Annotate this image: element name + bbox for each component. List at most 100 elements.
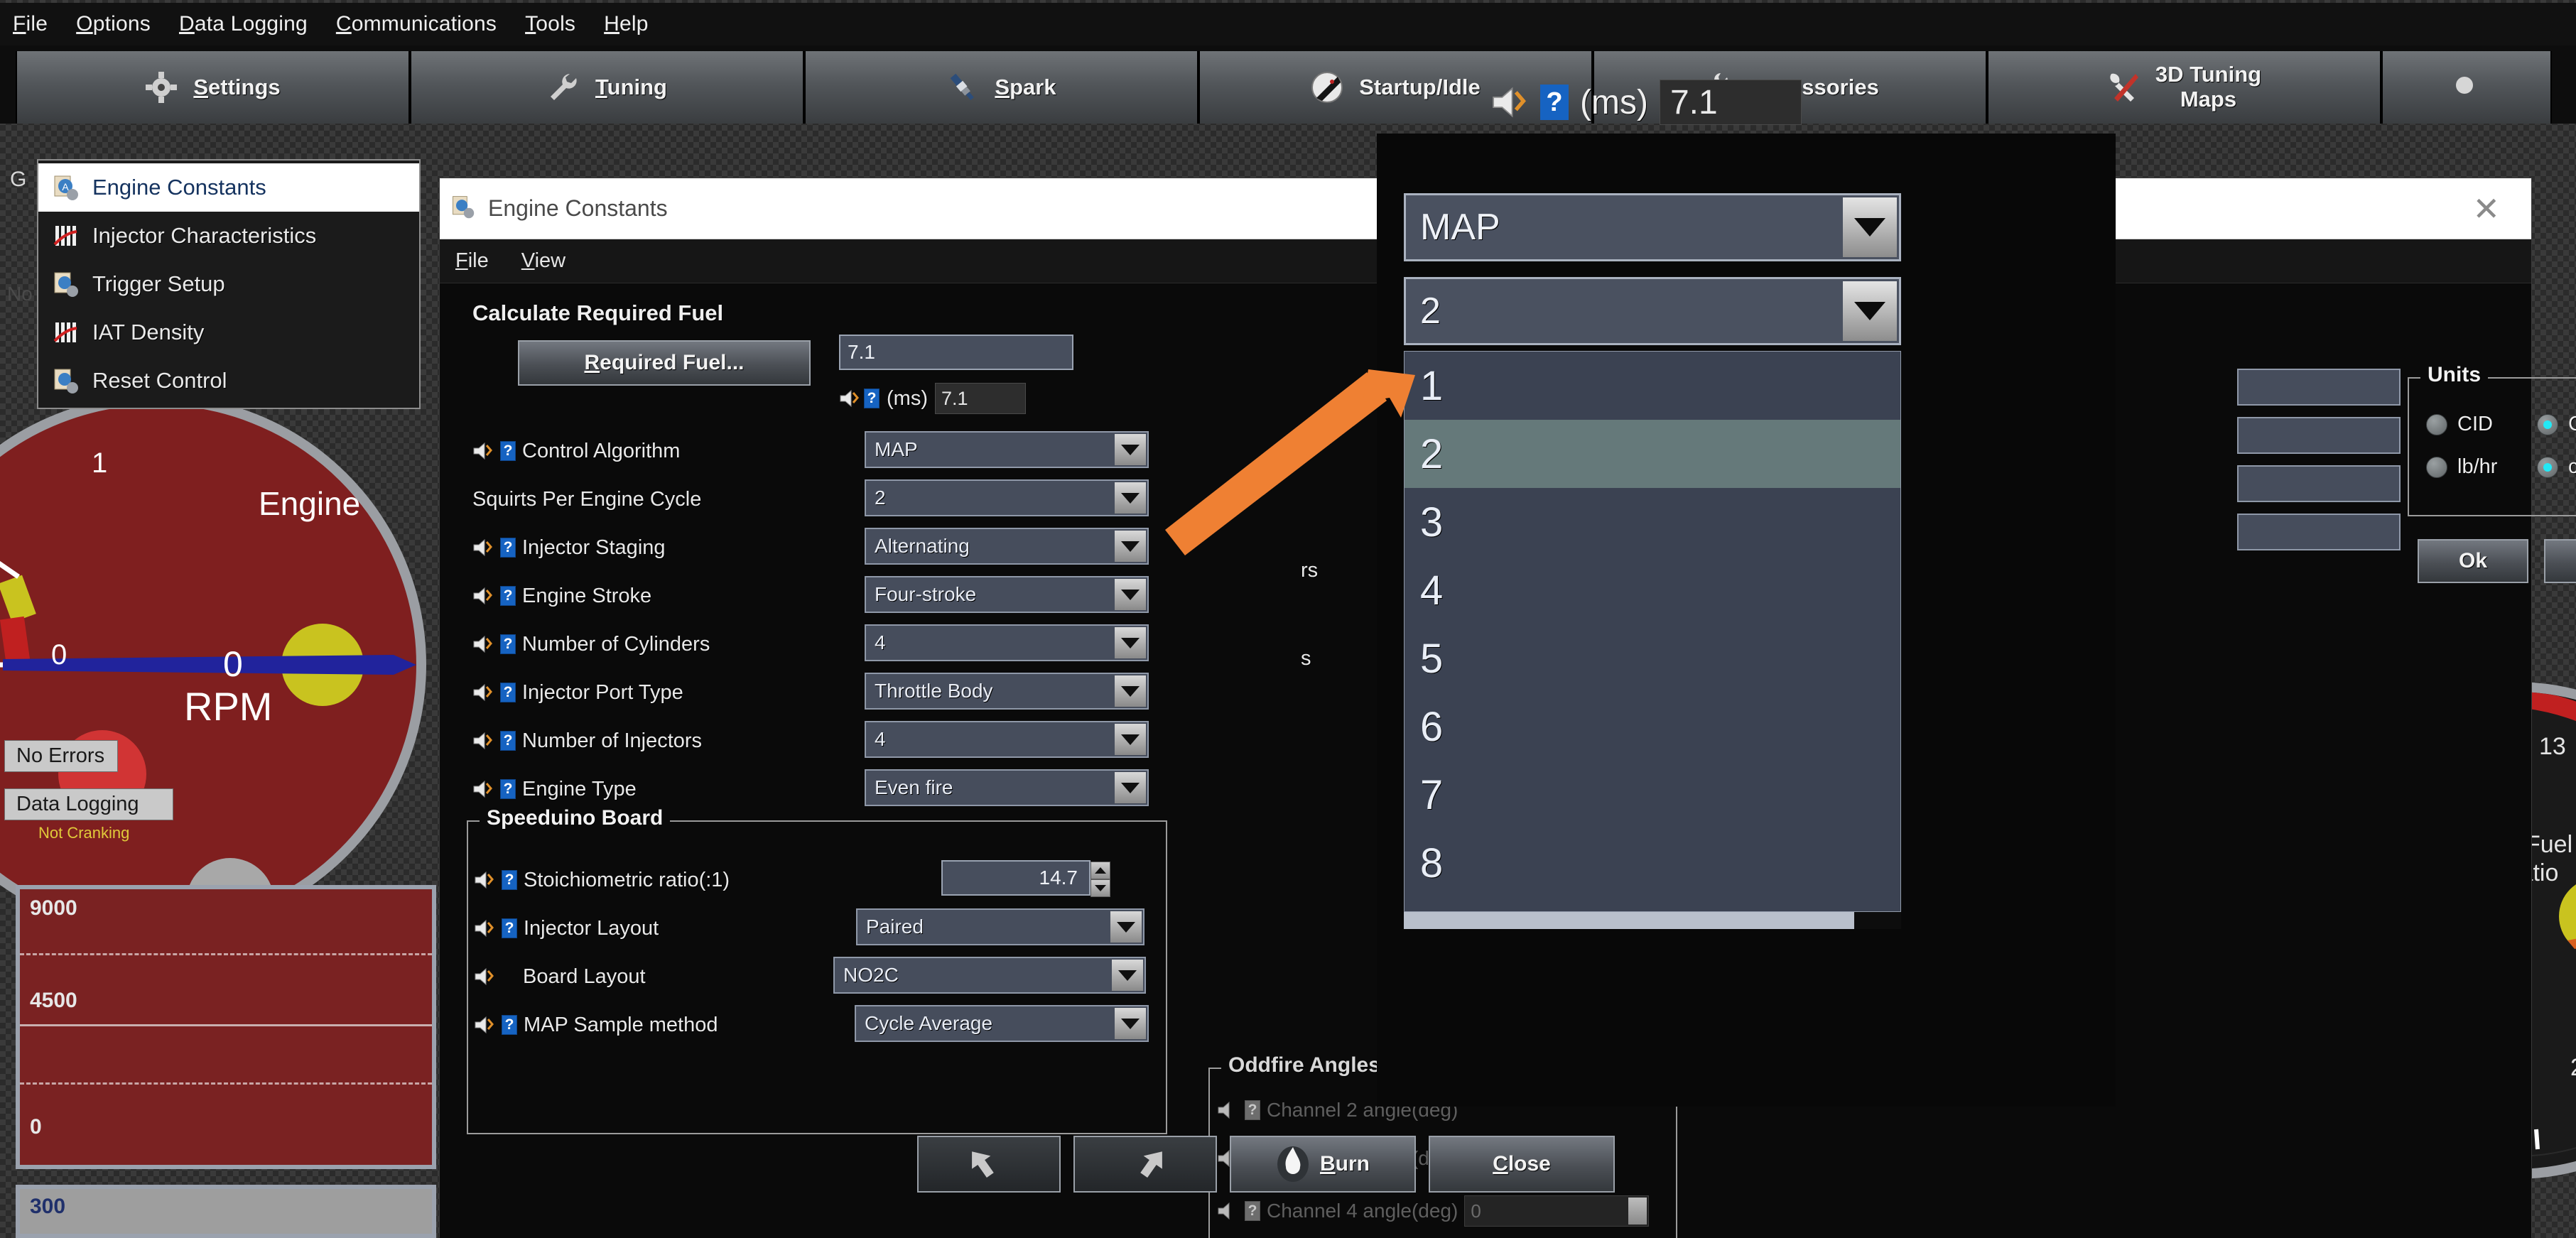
dropdown-horizontal-scrollbar[interactable] <box>1404 912 1901 929</box>
chevron-down-icon[interactable] <box>1115 482 1146 514</box>
required-fuel-button[interactable]: Required Fuel... <box>518 340 811 386</box>
menu-item-injector-characteristics[interactable]: Injector Characteristics <box>38 212 419 260</box>
close-icon[interactable]: ✕ <box>2472 190 2521 228</box>
dropdown-option-6[interactable]: 6 <box>1405 693 1900 761</box>
menu-item-engine-constants[interactable]: A Engine Constants <box>38 163 419 212</box>
redo-button[interactable] <box>1073 1136 1217 1193</box>
right-field-3[interactable] <box>2237 465 2401 502</box>
required-fuel-value-field[interactable]: 7.1 <box>839 335 1073 370</box>
dropdown-option-4[interactable]: 4 <box>1405 556 1900 624</box>
dropdown-option-list[interactable]: 1 2 3 4 5 6 7 8 <box>1404 351 1901 912</box>
stoich-spinner-buttons[interactable] <box>1091 862 1110 897</box>
chevron-down-icon[interactable] <box>1115 675 1146 707</box>
combo-squirts-per-engine-cycle[interactable]: 2 <box>865 479 1149 516</box>
undo-button[interactable] <box>917 1136 1061 1193</box>
right-field-4[interactable] <box>2237 514 2401 550</box>
menu-file[interactable]: FFileile <box>13 12 48 36</box>
chevron-down-icon[interactable] <box>1115 627 1146 658</box>
chevron-down-icon[interactable] <box>1115 434 1146 465</box>
spinner-down-icon[interactable] <box>1091 879 1110 897</box>
menu-options[interactable]: Options <box>76 12 151 36</box>
spinner-up-icon[interactable] <box>1091 862 1110 879</box>
speaker-icon <box>473 635 492 653</box>
dialog-menu-file[interactable]: File <box>455 249 489 273</box>
chevron-down-icon[interactable] <box>1110 911 1142 943</box>
menu-item-reset-control[interactable]: Reset Control <box>38 357 419 405</box>
combo-injector-port-type[interactable]: Throttle Body <box>865 673 1149 710</box>
chevron-down-icon[interactable] <box>1115 579 1146 610</box>
help-icon[interactable]: ? <box>502 1015 517 1035</box>
data-logging-status-button[interactable]: Data Logging <box>4 788 173 820</box>
menu-data-logging[interactable]: Data Logging <box>179 12 308 36</box>
radio-ccmin-dot[interactable] <box>2537 456 2558 478</box>
spinner-stoich-ratio[interactable]: 14.7 <box>941 860 1110 897</box>
dropdown-option-8[interactable]: 8 <box>1405 829 1900 897</box>
help-icon[interactable]: ? <box>500 779 516 799</box>
tab-overflow[interactable] <box>2381 51 2552 124</box>
chevron-down-icon[interactable] <box>1115 531 1146 562</box>
dropdown-option-5[interactable]: 5 <box>1405 624 1900 693</box>
radio-cid-dot[interactable] <box>2426 413 2447 435</box>
radio-cid[interactable]: CID <box>2426 413 2493 436</box>
combo-number-of-cylinders[interactable]: 4 <box>865 624 1149 661</box>
dropdown-option-1[interactable]: 1 <box>1405 352 1900 420</box>
combo-engine-stroke[interactable]: Four-stroke <box>865 576 1149 613</box>
required-fuel-ms-value: 7.1 <box>941 387 968 409</box>
tab-tuning[interactable]: Tuning <box>410 51 804 124</box>
ok-button[interactable]: Ok <box>2418 539 2528 583</box>
chevron-down-icon[interactable] <box>1115 724 1146 755</box>
radio-ccmin-label: cc/min <box>2568 455 2576 478</box>
radio-lbhr[interactable]: lb/hr <box>2426 455 2497 479</box>
dropdown-option-7[interactable]: 7 <box>1405 761 1900 829</box>
help-icon[interactable]: ? <box>1540 85 1569 120</box>
tab-settings[interactable]: Settings <box>16 51 410 124</box>
close-button[interactable]: Close <box>1429 1136 1615 1193</box>
overlay-combo-squirts[interactable]: 2 <box>1404 277 1901 345</box>
cancel-button[interactable]: Cancel <box>2544 539 2576 583</box>
help-icon[interactable]: ? <box>500 731 516 751</box>
help-icon[interactable]: ? <box>864 389 880 408</box>
menu-tools[interactable]: Tools <box>525 12 575 36</box>
combo-engine-type[interactable]: Even fire <box>865 769 1149 806</box>
combo-number-of-injectors[interactable]: 4 <box>865 721 1149 758</box>
radio-cc-dot[interactable] <box>2537 413 2558 435</box>
menu-item-iat-density[interactable]: IAT Density <box>38 308 419 357</box>
scrollbar-thumb[interactable] <box>1854 912 1901 929</box>
help-icon[interactable]: ? <box>500 634 516 654</box>
tab-3d-tuning-maps[interactable]: 3D Tuning Maps <box>1987 51 2381 124</box>
right-field-2[interactable] <box>2237 417 2401 454</box>
radio-cc[interactable]: CC <box>2537 413 2576 436</box>
dialog-menu-view[interactable]: View <box>521 249 565 273</box>
chevron-down-icon[interactable] <box>1115 1008 1146 1039</box>
radio-ccmin[interactable]: cc/min <box>2537 455 2576 479</box>
no-errors-status-button[interactable]: No Errors <box>4 740 118 772</box>
chevron-down-icon[interactable] <box>1112 960 1143 991</box>
combo-map-sample-method[interactable]: Cycle Average <box>855 1005 1149 1042</box>
tab-spark[interactable]: Spark <box>804 51 1198 124</box>
help-icon[interactable]: ? <box>502 870 517 890</box>
overlay-combo-control-algorithm[interactable]: MAP <box>1404 193 1901 261</box>
combo-injector-staging[interactable]: Alternating <box>865 528 1149 565</box>
burn-button[interactable]: Burn <box>1230 1136 1416 1193</box>
help-icon[interactable]: ? <box>502 918 517 938</box>
help-icon[interactable]: ? <box>500 683 516 702</box>
combo-injector-layout[interactable]: Paired <box>856 908 1144 945</box>
spinner-icon[interactable] <box>1628 1198 1647 1225</box>
dropdown-option-3[interactable]: 3 <box>1405 488 1900 556</box>
help-icon[interactable]: ? <box>500 441 516 461</box>
right-field-1[interactable] <box>2237 369 2401 406</box>
menu-help[interactable]: Help <box>604 12 649 36</box>
chevron-down-icon[interactable] <box>1843 281 1897 341</box>
dropdown-option-2[interactable]: 2 <box>1405 420 1900 488</box>
combo-control-algorithm[interactable]: MAP <box>865 431 1149 468</box>
chevron-down-icon[interactable] <box>1843 197 1897 257</box>
field-channel-4-angle[interactable]: 0 <box>1464 1195 1650 1227</box>
help-icon[interactable]: ? <box>500 538 516 558</box>
chevron-down-icon[interactable] <box>1115 772 1146 803</box>
menu-item-trigger-setup[interactable]: Trigger Setup <box>38 260 419 308</box>
partial-hidden-label-rs: rs <box>1301 559 1319 582</box>
menu-communications[interactable]: Communications <box>336 12 497 36</box>
help-icon[interactable]: ? <box>500 586 516 606</box>
radio-lbhr-dot[interactable] <box>2426 456 2447 478</box>
combo-board-layout[interactable]: NO2C <box>833 957 1146 994</box>
